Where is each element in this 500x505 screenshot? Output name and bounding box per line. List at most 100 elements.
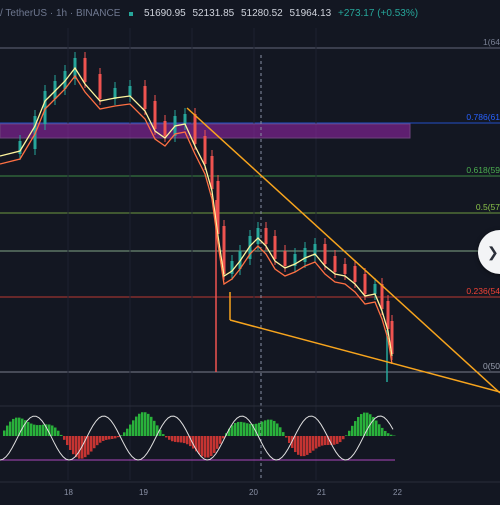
price-chart[interactable] <box>0 0 500 500</box>
fib-label-3: 0.5(57 <box>476 202 500 212</box>
osc-bar <box>360 414 363 436</box>
osc-bar <box>57 431 60 436</box>
candle-body <box>211 156 214 189</box>
osc-bar <box>27 422 30 436</box>
osc-bar <box>153 421 156 436</box>
osc-bar <box>279 427 282 436</box>
osc-bar <box>90 436 93 452</box>
osc-bar <box>129 425 132 436</box>
osc-bar <box>93 436 96 448</box>
fib-label-1: 0.786(61 <box>466 112 500 122</box>
osc-bar <box>78 436 81 459</box>
osc-bar <box>309 436 312 453</box>
fib-price: (57 <box>488 202 500 212</box>
osc-bar <box>165 436 168 437</box>
fib-ratio: 0.786 <box>466 112 487 122</box>
osc-bar <box>174 436 177 442</box>
osc-bar <box>162 434 165 436</box>
osc-bar <box>63 436 66 440</box>
osc-bar <box>243 422 246 436</box>
candle-body <box>184 114 187 124</box>
candle-body <box>129 86 132 96</box>
osc-bar <box>240 422 243 436</box>
osc-bar <box>3 431 6 436</box>
osc-bar <box>198 436 201 454</box>
fib-label-6: 0(50 <box>483 361 500 371</box>
osc-bar <box>123 432 126 436</box>
osc-bar <box>348 431 351 436</box>
candle-body <box>364 274 367 294</box>
osc-bar <box>144 412 147 436</box>
osc-bar <box>375 420 378 436</box>
date-label: 19 <box>139 488 148 497</box>
change-value: +273.17 (+0.53%) <box>338 8 418 19</box>
candle-body <box>164 121 167 136</box>
date-label: 18 <box>64 488 73 497</box>
osc-bar <box>6 426 9 436</box>
osc-bar <box>141 412 144 436</box>
osc-bar <box>33 425 36 436</box>
candle-body <box>344 264 347 274</box>
fib-price: (64 <box>488 37 500 47</box>
osc-bar <box>390 435 393 436</box>
osc-bar <box>102 436 105 441</box>
osc-bar <box>381 428 384 436</box>
candle-body <box>304 248 307 262</box>
date-label: 21 <box>317 488 326 497</box>
osc-bar <box>339 436 342 442</box>
candle-body <box>381 284 384 309</box>
osc-bar <box>114 436 117 438</box>
osc-bar <box>306 436 309 455</box>
osc-bar <box>345 435 348 436</box>
osc-bar <box>60 435 63 436</box>
osc-bar <box>261 422 264 436</box>
osc-bar <box>99 436 102 443</box>
osc-bar <box>384 431 387 436</box>
osc-bar <box>318 436 321 447</box>
osc-bar <box>204 436 207 458</box>
fib-ratio: 0.5 <box>476 202 488 212</box>
osc-bar <box>96 436 99 445</box>
osc-bar <box>300 436 303 456</box>
osc-bar <box>351 426 354 436</box>
candle-body <box>19 141 22 154</box>
close-value: 51964.13 <box>289 8 331 19</box>
candle-body <box>265 228 268 244</box>
osc-bar <box>249 424 252 436</box>
candle-body <box>354 266 357 282</box>
candle-body <box>84 58 87 82</box>
osc-bar <box>15 418 18 436</box>
osc-bar <box>105 436 108 440</box>
osc-bar <box>312 436 315 451</box>
osc-bar <box>66 436 69 445</box>
osc-bar <box>126 429 129 436</box>
osc-bar <box>321 436 324 446</box>
high-value: 52131.85 <box>192 8 234 19</box>
osc-bar <box>219 436 222 444</box>
fib-ratio: 0.618 <box>466 165 487 175</box>
osc-bar <box>282 432 285 436</box>
osc-bar <box>177 436 180 442</box>
symbol-label: / TetherUS · 1h · BINANCE <box>0 8 120 19</box>
osc-bar <box>246 423 249 436</box>
fib-label-2: 0.618(59 <box>466 165 500 175</box>
osc-bar <box>234 423 237 436</box>
osc-bar <box>294 436 297 452</box>
osc-bar <box>72 436 75 454</box>
fib-price: (50 <box>488 361 500 371</box>
osc-bar <box>273 421 276 436</box>
osc-bar <box>9 422 12 436</box>
osc-bar <box>210 436 213 456</box>
ma-fast <box>0 68 392 356</box>
date-label: 20 <box>249 488 258 497</box>
candle-body <box>387 301 390 329</box>
osc-bar <box>213 436 216 453</box>
fib-ratio: 0.236 <box>466 286 487 296</box>
osc-bar <box>180 436 183 442</box>
osc-bar <box>342 436 345 439</box>
osc-bar <box>276 423 279 436</box>
chart-stage[interactable]: / TetherUS · 1h · BINANCE 51690.95 52131… <box>0 0 500 500</box>
osc-bar <box>87 436 90 455</box>
osc-bar <box>216 436 219 449</box>
osc-bar <box>108 436 111 439</box>
